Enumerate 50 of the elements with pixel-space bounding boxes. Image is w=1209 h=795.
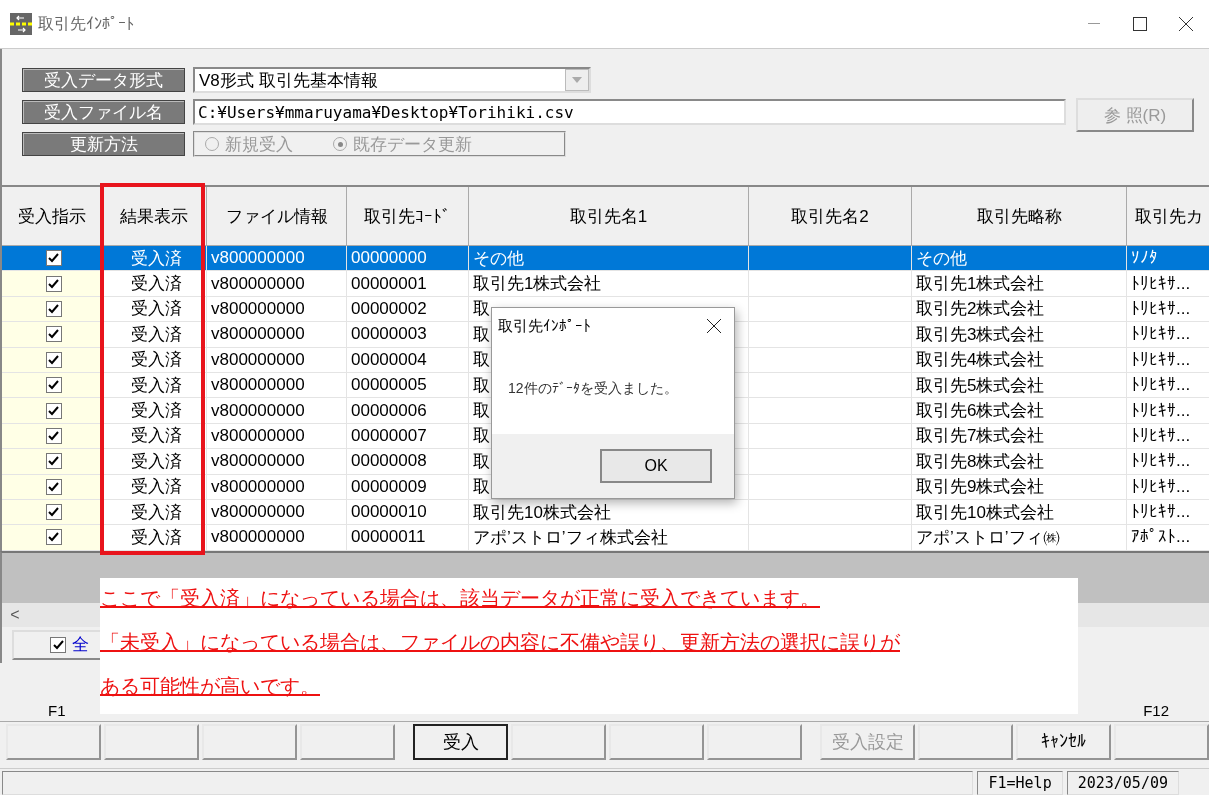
table-cell: 取引先9株式会社 [912,474,1127,500]
function-key-label: F1 [48,701,66,719]
field-label: 受入ファイル名 [22,100,185,124]
table-cell: 取引先3株式会社 [912,322,1127,348]
status-date: 2023/05/09 [1066,770,1179,795]
table-cell: 00000004 [347,347,469,373]
table-cell: 取引先4株式会社 [912,347,1127,373]
field-label: 受入データ形式 [22,68,185,92]
table-cell: 取引先1株式会社 [469,271,749,297]
table-cell: ﾄﾘﾋｷｻ... [1127,271,1209,297]
table-cell: ﾄﾘﾋｷｻ... [1127,347,1209,373]
table-cell: v800000000 [207,271,347,297]
annotation-text: ここで「受入済」になっている場合は、該当データが正常に受入できています。 [100,586,820,611]
table-cell: ﾄﾘﾋｷｻ... [1127,474,1209,500]
table-cell: 00000001 [347,271,469,297]
table-cell: 00000008 [347,449,469,475]
table-cell: 00000006 [347,398,469,424]
table-cell: 受入済 [102,525,207,551]
table-cell: 00000009 [347,474,469,500]
table-cell: 取引先6株式会社 [912,398,1127,424]
table-cell: 受入済 [102,474,207,500]
table-cell: ﾄﾘﾋｷｻ... [1127,398,1209,424]
annotation-text: 「未受入」になっている場合は、ファイルの内容に不備や誤り、更新方法の選択に誤りが [100,630,900,655]
table-cell: 受入済 [102,271,207,297]
table-cell: ｱﾎﾟｽﾄ... [1127,525,1209,551]
table-cell: v800000000 [207,322,347,348]
table-cell: 00000011 [347,525,469,551]
function-key-label: F12 [1143,701,1169,719]
table-cell: v800000000 [207,449,347,475]
annotation-text: ある可能性が高いです。 [100,674,320,699]
field-label: 更新方法 [22,132,185,156]
table-cell: ﾄﾘﾋｷｻ... [1127,322,1209,348]
select-all-label: 全 [72,634,89,657]
table-cell: v800000000 [207,525,347,551]
table-cell: 受入済 [102,449,207,475]
table-cell: 受入済 [102,347,207,373]
table-cell: 00000003 [347,322,469,348]
table-cell: ﾄﾘﾋｷｻ... [1127,449,1209,475]
table-cell: 取引先1株式会社 [912,271,1127,297]
table-cell: 受入済 [102,322,207,348]
table-cell: v800000000 [207,347,347,373]
table-cell: 取引先8株式会社 [912,449,1127,475]
table-cell: v800000000 [207,474,347,500]
table-cell: アポ’ストロ’フィ㈱ [912,525,1127,551]
table-cell: 受入済 [102,398,207,424]
window-title: 取引先ｲﾝﾎﾟｰﾄ [38,13,134,34]
table-cell: v800000000 [207,398,347,424]
dialog-message: 12件のﾃﾞｰﾀを受入ました。 [507,379,679,398]
help-hint: F1=Help [977,770,1063,795]
table-cell: アポ’ストロ’フィ株式会社 [469,525,749,551]
